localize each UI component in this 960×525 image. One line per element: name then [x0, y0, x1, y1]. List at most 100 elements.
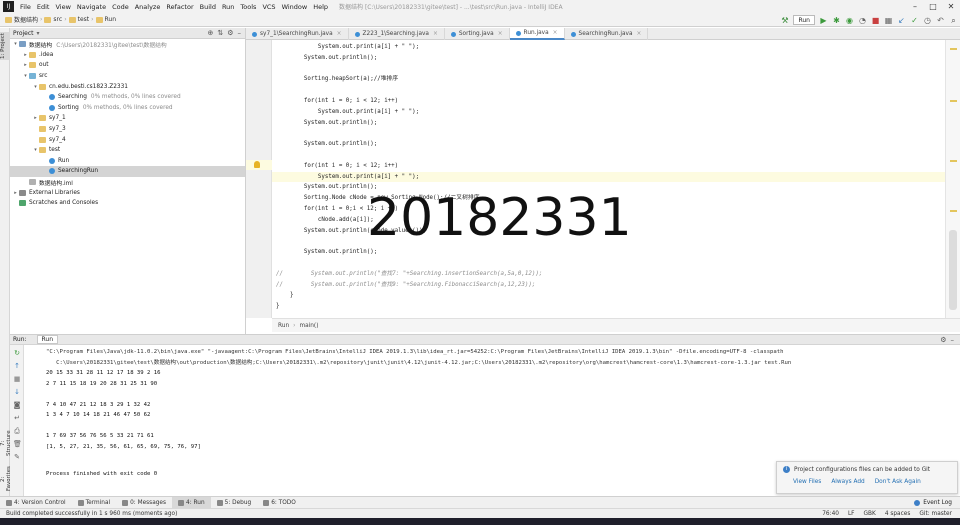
warning-marker[interactable] [950, 100, 957, 102]
intention-bulb-icon[interactable] [246, 160, 272, 170]
menu-item-window[interactable]: Window [279, 3, 311, 11]
minimize-icon[interactable]: – [906, 0, 924, 13]
close-tab-icon[interactable]: × [498, 31, 503, 37]
vcs-update-icon[interactable]: ↙ [896, 15, 907, 26]
editor-tab[interactable]: sy7_1\SearchingRun.java × [246, 28, 349, 40]
tree-item[interactable]: sy7_4 [10, 134, 245, 145]
editor-tab[interactable]: Run.java × [509, 28, 565, 40]
soft-wrap-icon[interactable]: ↵ [13, 414, 21, 422]
collapse-all-icon[interactable]: ⇅ [217, 29, 223, 37]
tree-item[interactable]: Run [10, 156, 245, 167]
trash-icon[interactable]: 🗑 [13, 440, 22, 448]
print-icon[interactable]: ⎙ [13, 427, 21, 435]
project-structure-icon[interactable]: ▦ [883, 15, 894, 26]
scroll-up-icon[interactable]: ↑ [13, 362, 21, 370]
tree-item[interactable]: ▾ cn.edu.besti.cs1823.Z2331 [10, 81, 245, 92]
status-widget[interactable]: 4 spaces [885, 511, 911, 517]
pin-icon[interactable]: ✎ [13, 453, 21, 461]
editor-gutter[interactable] [246, 40, 272, 318]
hide-panel-icon[interactable]: – [951, 336, 955, 344]
close-tab-icon[interactable]: × [553, 30, 558, 36]
bottom-tool-tab[interactable]: 4: Version Control [0, 497, 72, 509]
camera-icon[interactable]: ◙ [13, 401, 21, 409]
status-widget[interactable]: GBK [864, 511, 876, 517]
vcs-commit-icon[interactable]: ✓ [909, 15, 920, 26]
tree-item[interactable]: Sorting 0% methods, 0% lines covered [10, 103, 245, 114]
close-tab-icon[interactable]: × [433, 31, 438, 37]
event-log-tab[interactable]: Event Log [914, 499, 960, 506]
tree-item[interactable]: ▸ out [10, 60, 245, 71]
tree-item[interactable]: ▸ sy7_1 [10, 113, 245, 124]
menu-item-tools[interactable]: Tools [237, 3, 259, 11]
run-icon[interactable]: ▶ [818, 15, 829, 26]
chevron-right-icon[interactable]: ▸ [12, 190, 19, 196]
menu-item-edit[interactable]: Edit [34, 3, 53, 11]
warning-marker[interactable] [950, 48, 957, 50]
breadcrumb-class[interactable]: Run [278, 323, 289, 329]
gear-icon[interactable]: ⚙ [227, 29, 233, 37]
status-widget[interactable]: 76:40 [822, 511, 839, 517]
chevron-down-icon[interactable]: ▾ [12, 41, 19, 47]
tree-item[interactable]: Scratches and Consoles [10, 198, 245, 209]
tree-item[interactable]: ▾ 数据结构 C:\Users\20182331\gitee\test\数据结构 [10, 39, 245, 50]
tree-item[interactable]: ▸ External Libraries [10, 187, 245, 198]
dont-ask-again-link[interactable]: Don't Ask Again [875, 479, 921, 485]
scroll-down-icon[interactable]: ↓ [13, 388, 21, 396]
coverage-icon[interactable]: ◉ [844, 15, 855, 26]
warning-marker[interactable] [950, 210, 957, 212]
favorites-tool-tab[interactable]: 2: Favorites [0, 464, 12, 494]
menu-item-file[interactable]: File [17, 3, 34, 11]
bottom-tool-tab[interactable]: 0: Messages [116, 497, 172, 509]
close-tab-icon[interactable]: × [337, 31, 342, 37]
project-tool-tab[interactable]: 1: Project [0, 32, 10, 60]
locate-icon[interactable]: ⊕ [207, 29, 213, 37]
menu-item-help[interactable]: Help [310, 3, 331, 11]
gear-icon[interactable]: ⚙ [940, 336, 946, 344]
tree-item[interactable]: SearchingRun [10, 166, 245, 177]
status-widget[interactable]: Git: master [919, 511, 952, 517]
always-add-link[interactable]: Always Add [831, 479, 864, 485]
project-view-select[interactable]: Project [13, 30, 34, 37]
bottom-tool-tab[interactable]: Terminal [72, 497, 117, 509]
build-hammer-icon[interactable]: ⚒ [779, 15, 790, 26]
maximize-icon[interactable]: □ [924, 0, 942, 13]
debug-icon[interactable]: ✱ [831, 15, 842, 26]
warning-marker[interactable] [950, 160, 957, 162]
chevron-right-icon[interactable]: ▸ [32, 115, 39, 121]
chevron-right-icon[interactable]: ▸ [22, 62, 29, 68]
structure-tool-tab[interactable]: 7: Structure [0, 428, 12, 458]
editor-tab[interactable]: Z223_1\Searching.java × [349, 28, 445, 40]
tree-item[interactable]: ▾ test [10, 145, 245, 156]
tree-item[interactable]: ▸ .idea [10, 50, 245, 61]
scroll-thumb[interactable] [949, 230, 957, 310]
menu-item-refactor[interactable]: Refactor [163, 3, 196, 11]
close-tab-icon[interactable]: × [637, 31, 642, 37]
menu-item-code[interactable]: Code [109, 3, 132, 11]
editor-scrollbar[interactable] [945, 40, 960, 318]
menu-item-vcs[interactable]: VCS [259, 3, 278, 11]
bottom-tool-tab[interactable]: 6: TODO [257, 497, 302, 509]
code-editor[interactable]: System.out.print(a[i] + " "); System.out… [272, 40, 946, 318]
search-everywhere-icon[interactable]: ⌕ [948, 15, 959, 26]
view-files-link[interactable]: View Files [793, 479, 821, 485]
chevron-down-icon[interactable]: ▾ [37, 30, 40, 37]
menu-item-build[interactable]: Build [197, 3, 219, 11]
vcs-history-icon[interactable]: ◷ [922, 15, 933, 26]
tree-item[interactable]: ▾ src [10, 71, 245, 82]
menu-item-navigate[interactable]: Navigate [74, 3, 109, 11]
hide-panel-icon[interactable]: – [238, 29, 242, 37]
close-icon[interactable]: ✕ [942, 0, 960, 13]
chevron-down-icon[interactable]: ▾ [32, 84, 39, 90]
breadcrumb-method[interactable]: main() [299, 323, 318, 329]
run-configuration-select[interactable]: Run [793, 15, 815, 25]
stop-icon[interactable]: ■ [870, 15, 881, 26]
nav-crumb[interactable]: 数据结构 [3, 15, 40, 24]
tree-item[interactable]: 数据结构.iml [10, 177, 245, 188]
menu-item-run[interactable]: Run [219, 3, 237, 11]
vcs-revert-icon[interactable]: ↶ [935, 15, 946, 26]
stop-icon[interactable]: ■ [13, 375, 21, 383]
status-message[interactable]: Build completed successfully in 1 s 960 … [0, 511, 177, 517]
chevron-down-icon[interactable]: ▾ [32, 147, 39, 153]
status-widget[interactable]: LF [848, 511, 855, 517]
menu-item-view[interactable]: View [52, 3, 73, 11]
